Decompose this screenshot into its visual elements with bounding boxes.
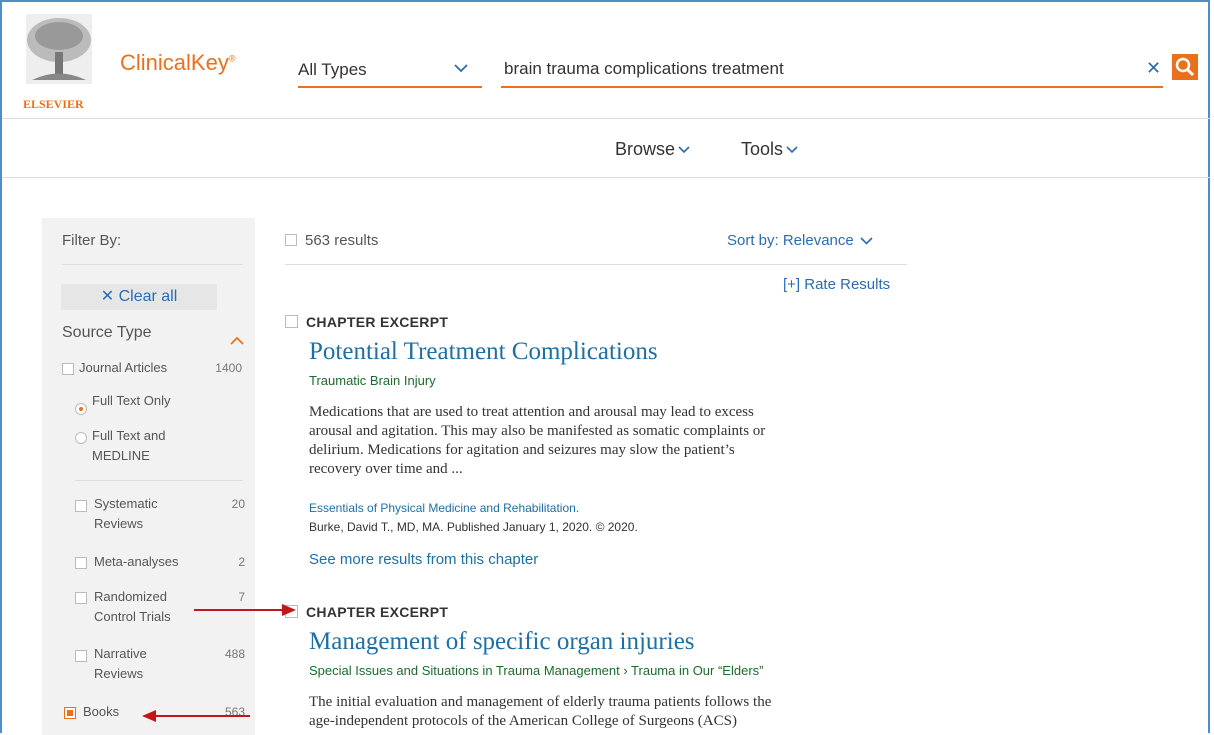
result-kind: CHAPTER EXCERPT bbox=[285, 604, 448, 620]
header: ELSEVIER ClinicalKey® All Types brain tr… bbox=[2, 2, 1210, 119]
result-title[interactable]: Management of specific organ injuries bbox=[309, 628, 695, 656]
divider bbox=[285, 264, 907, 265]
rct-label: Randomized bbox=[94, 589, 167, 604]
meta-analyses-checkbox[interactable] bbox=[75, 557, 87, 569]
clear-all-button[interactable]: ✕ Clear all bbox=[61, 284, 217, 310]
result-kind: CHAPTER EXCERPT bbox=[285, 314, 448, 330]
search-input-value: brain trauma complications treatment bbox=[504, 59, 784, 78]
results-count: 563 results bbox=[285, 232, 378, 249]
result-snippet: The initial evaluation and management of… bbox=[309, 694, 772, 729]
brand-name[interactable]: ClinicalKey® bbox=[120, 50, 235, 76]
full-text-medline-label-2: MEDLINE bbox=[92, 448, 150, 463]
sort-dropdown[interactable]: Sort by: Relevance bbox=[727, 232, 873, 249]
narrative-reviews-count: 488 bbox=[224, 647, 245, 661]
select-all-checkbox[interactable] bbox=[285, 234, 297, 246]
top-nav: Browse Tools bbox=[2, 119, 1210, 178]
result-subtitle[interactable]: Traumatic Brain Injury bbox=[309, 373, 436, 388]
result-source[interactable]: Essentials of Physical Medicine and Reha… bbox=[309, 501, 579, 515]
filter-sidebar: Filter By: ✕ Clear all Source Type Journ… bbox=[42, 218, 255, 735]
full-text-only-radio[interactable] bbox=[75, 403, 87, 415]
narrative-reviews-checkbox[interactable] bbox=[75, 650, 87, 662]
divider bbox=[62, 264, 243, 265]
rate-results-link[interactable]: [+] Rate Results bbox=[783, 276, 890, 293]
clear-search-icon[interactable]: ✕ bbox=[1146, 58, 1161, 79]
rct-checkbox[interactable] bbox=[75, 592, 87, 604]
books-checkbox[interactable] bbox=[64, 707, 76, 719]
full-text-medline-label: Full Text and bbox=[92, 428, 166, 443]
see-more-link[interactable]: See more results from this chapter bbox=[309, 551, 538, 568]
result-title[interactable]: Potential Treatment Complications bbox=[309, 338, 658, 366]
systematic-reviews-label: Systematic bbox=[94, 496, 158, 511]
type-select-value: All Types bbox=[298, 60, 367, 79]
chevron-down-icon bbox=[860, 237, 873, 245]
systematic-reviews-label-2: Reviews bbox=[94, 516, 144, 531]
journal-articles-count: 1400 bbox=[215, 361, 242, 375]
books-label: Books bbox=[83, 704, 120, 719]
result-subtitle[interactable]: Special Issues and Situations in Trauma … bbox=[309, 663, 764, 678]
elsevier-logo[interactable]: ELSEVIER bbox=[22, 12, 96, 112]
search-button[interactable] bbox=[1172, 54, 1198, 80]
search-input[interactable]: brain trauma complications treatment bbox=[501, 58, 1163, 88]
meta-analyses-count: 2 bbox=[238, 555, 245, 569]
chevron-down-icon bbox=[786, 146, 798, 154]
systematic-reviews-checkbox[interactable] bbox=[75, 500, 87, 512]
annotation-arrow-right-icon bbox=[194, 604, 296, 616]
nav-tools[interactable]: Tools bbox=[741, 139, 798, 160]
annotation-arrow-left-icon bbox=[142, 710, 250, 722]
chevron-down-icon bbox=[454, 64, 468, 73]
full-text-medline-radio[interactable] bbox=[75, 432, 87, 444]
narrative-reviews-label-2: Reviews bbox=[94, 666, 144, 681]
filter-by-heading: Filter By: bbox=[62, 232, 122, 249]
publisher-text: ELSEVIER bbox=[23, 97, 84, 111]
narrative-reviews-label: Narrative bbox=[94, 646, 147, 661]
result-snippet: Medications that are used to treat atten… bbox=[309, 404, 766, 477]
nav-browse[interactable]: Browse bbox=[615, 139, 690, 160]
result-author: Burke, David T., MD, MA. Published Janua… bbox=[309, 520, 638, 534]
result-checkbox[interactable] bbox=[285, 315, 298, 328]
type-select[interactable]: All Types bbox=[298, 58, 482, 88]
divider bbox=[75, 480, 243, 481]
full-text-only-label: Full Text Only bbox=[92, 393, 171, 408]
rct-label-2: Control Trials bbox=[94, 609, 171, 624]
search-icon bbox=[1175, 57, 1195, 77]
systematic-reviews-count: 20 bbox=[231, 497, 245, 511]
journal-articles-checkbox[interactable] bbox=[62, 363, 74, 375]
journal-articles-label: Journal Articles bbox=[79, 360, 168, 375]
meta-analyses-label: Meta-analyses bbox=[94, 554, 179, 569]
source-type-heading: Source Type bbox=[62, 324, 152, 341]
chevron-down-icon bbox=[678, 146, 690, 154]
chevron-up-icon[interactable] bbox=[230, 336, 244, 345]
